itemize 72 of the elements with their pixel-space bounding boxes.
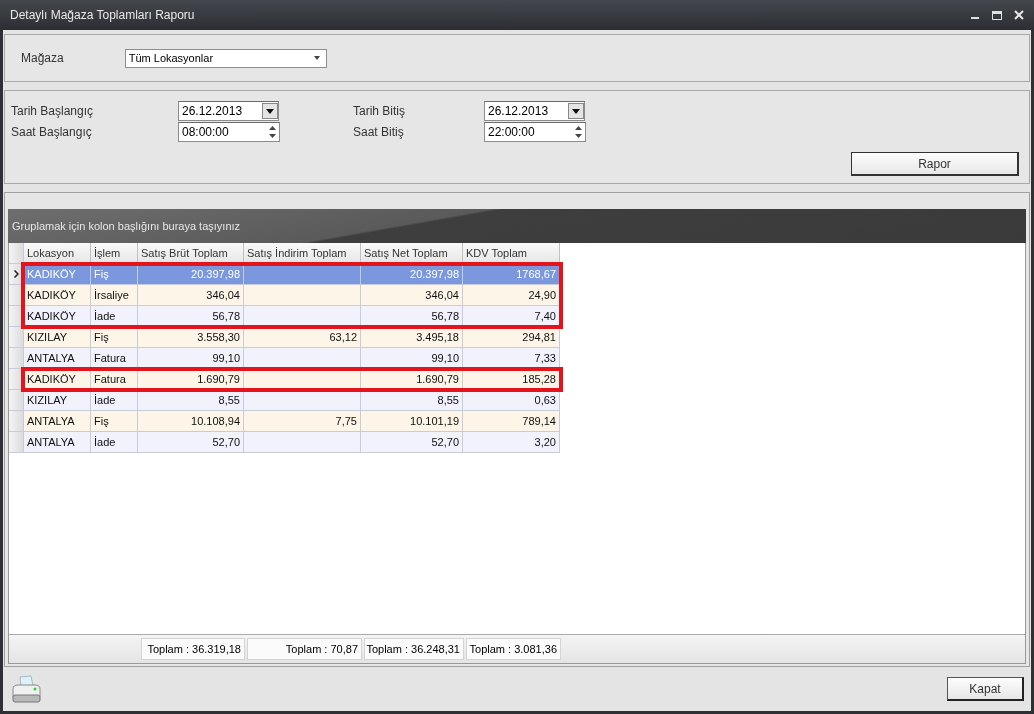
column-header[interactable]: KDV Toplam: [463, 243, 560, 264]
column-header[interactable]: Satış İndirim Toplam: [244, 243, 361, 264]
store-dropdown[interactable]: Tüm Lokasyonlar: [124, 48, 327, 68]
table-cell: Fiş: [91, 264, 138, 285]
table-cell: 294,81: [463, 327, 560, 348]
table-cell: KIZILAY: [24, 327, 91, 348]
printer-icon[interactable]: [10, 673, 42, 705]
table-cell: 3.495,18: [361, 327, 463, 348]
column-header[interactable]: İşlem: [91, 243, 138, 264]
dropdown-icon[interactable]: [568, 103, 584, 119]
table-cell: 99,10: [361, 348, 463, 369]
column-header[interactable]: Satış Brüt Toplam: [138, 243, 244, 264]
table-cell: 7,75: [244, 411, 361, 432]
table-cell: 10.108,94: [138, 411, 244, 432]
header-corner: [9, 243, 24, 264]
table-cell: 24,90: [463, 285, 560, 306]
table-cell: 789,14: [463, 411, 560, 432]
field-label: Tarih Bitiş: [353, 104, 406, 118]
table-cell: 346,04: [138, 285, 244, 306]
table-cell: 52,70: [361, 432, 463, 453]
summary-cell: Toplam : 36.319,18: [141, 638, 245, 660]
table-cell: İade: [91, 390, 138, 411]
group-panel-hint: Gruplamak için kolon başlığını buraya taşıyınız: [8, 209, 1026, 243]
date-picker[interactable]: 26.12.2013: [484, 101, 585, 121]
table-cell: İade: [91, 306, 138, 327]
column-header[interactable]: Satış Net Toplam: [361, 243, 463, 264]
table-cell: 7,33: [463, 348, 560, 369]
close-icon[interactable]: [1014, 10, 1024, 20]
maximize-icon[interactable]: [992, 10, 1002, 20]
table-cell: Fatura: [91, 348, 138, 369]
field-label: Tarih Başlangıç: [11, 104, 95, 118]
spinner-icon[interactable]: [269, 126, 276, 138]
table-cell: 52,70: [138, 432, 244, 453]
table-cell: Fiş: [91, 327, 138, 348]
table-cell: 3,20: [463, 432, 560, 453]
table-cell: 8,55: [138, 390, 244, 411]
table-cell: KIZILAY: [24, 390, 91, 411]
table-cell: 56,78: [361, 306, 463, 327]
table-cell: 0,63: [463, 390, 560, 411]
field-label: Saat Başlangıç: [11, 125, 93, 139]
table-cell: 346,04: [361, 285, 463, 306]
table-cell: KADIKÖY: [24, 285, 91, 306]
table-cell: 56,78: [138, 306, 244, 327]
summary-cell: Toplam : 36.248,31: [364, 638, 464, 660]
summary-cell: Toplam : 3.081,36: [466, 638, 561, 660]
column-header[interactable]: Lokasyon: [24, 243, 91, 264]
field-label: Saat Bitiş: [353, 125, 405, 139]
table-cell: 63,12: [244, 327, 361, 348]
time-field[interactable]: 22:00:00: [484, 122, 586, 142]
spinner-icon[interactable]: [575, 126, 582, 138]
table-cell: 3.558,30: [138, 327, 244, 348]
table-cell: 99,10: [138, 348, 244, 369]
dropdown-icon[interactable]: [262, 103, 278, 119]
field-label: Mağaza: [21, 51, 64, 65]
table-cell: ANTALYA: [24, 348, 91, 369]
summary-cell: Toplam : 70,87: [247, 638, 362, 660]
table-cell: 10.101,19: [361, 411, 463, 432]
date-picker[interactable]: 26.12.2013: [178, 101, 279, 121]
table-cell: ANTALYA: [24, 432, 91, 453]
table-cell: İade: [91, 432, 138, 453]
table-cell: 20.397,98: [361, 264, 463, 285]
current-row-icon: [13, 270, 19, 278]
caret-icon: [313, 56, 320, 60]
table-cell: Fiş: [91, 411, 138, 432]
table-cell: ANTALYA: [24, 411, 91, 432]
time-field[interactable]: 08:00:00: [178, 122, 280, 142]
table-cell: İrsaliye: [91, 285, 138, 306]
window-title: Detaylı Mağaza Toplamları Raporu: [10, 8, 196, 22]
table-cell: 20.397,98: [138, 264, 244, 285]
close-button[interactable]: Kapat: [947, 677, 1024, 701]
report-button[interactable]: Rapor: [851, 152, 1019, 176]
table-cell: 8,55: [361, 390, 463, 411]
